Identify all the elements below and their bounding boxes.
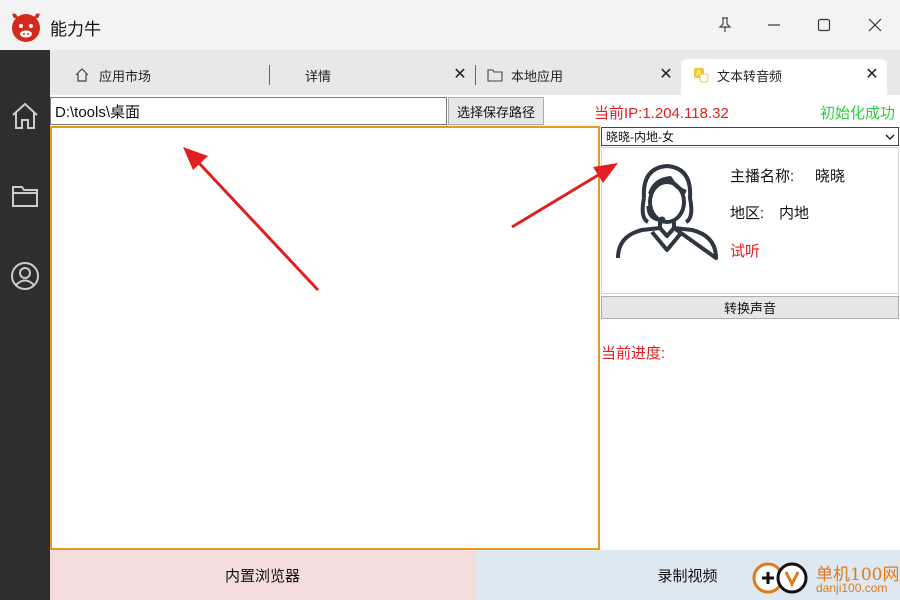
builtin-browser-button[interactable]: 内置浏览器	[50, 550, 475, 600]
chevron-down-icon	[882, 134, 898, 140]
bull-logo-icon	[12, 13, 40, 42]
tab-app-market[interactable]: 应用市场	[75, 58, 151, 92]
anchor-name-value: 晓晓	[815, 168, 846, 185]
tab-label: 本地应用	[511, 68, 564, 84]
progress-label: 当前进度:	[601, 345, 666, 362]
tab-separator	[475, 65, 476, 85]
text-input-area[interactable]	[50, 126, 600, 550]
current-ip-text: 当前IP:1.204.118.32	[594, 105, 729, 122]
choose-save-path-button[interactable]: 选择保存路径	[448, 97, 544, 125]
tab-separator	[269, 65, 270, 85]
sidebar	[0, 50, 50, 600]
title-bar: 能力牛	[0, 0, 900, 50]
folder-icon	[487, 67, 503, 83]
voice-select-value: 晓晓-内地-女	[606, 130, 674, 144]
init-status-text: 初始化成功	[820, 105, 896, 122]
anchor-name-label: 主播名称:	[730, 168, 795, 185]
tab-close-icon[interactable]: ✕	[862, 64, 882, 84]
text-to-audio-icon: A	[693, 67, 709, 83]
maximize-icon[interactable]	[811, 12, 837, 38]
tab-local-apps[interactable]: 本地应用	[487, 58, 563, 92]
tab-label: 文本转音频	[717, 68, 783, 84]
region-label: 地区:	[730, 205, 765, 222]
folder-icon[interactable]	[9, 180, 41, 212]
tab-details[interactable]: 详情	[305, 58, 331, 92]
save-path-input[interactable]	[50, 97, 447, 125]
close-icon[interactable]	[862, 12, 888, 38]
listen-link[interactable]: 试听	[730, 240, 760, 261]
tab-close-icon[interactable]: ✕	[656, 64, 676, 84]
tab-text-to-audio[interactable]: A 文本转音频	[693, 58, 782, 92]
convert-voice-button[interactable]: 转换声音	[601, 296, 899, 319]
pin-icon[interactable]	[712, 12, 738, 38]
home-icon	[75, 67, 91, 83]
voice-select[interactable]: 晓晓-内地-女	[601, 127, 899, 146]
minimize-icon[interactable]	[761, 12, 787, 38]
tab-label: 详情	[305, 68, 332, 84]
watermark-logo-icon	[752, 562, 808, 594]
tab-label: 应用市场	[99, 68, 152, 84]
home-icon[interactable]	[9, 100, 41, 132]
app-title: 能力牛	[50, 20, 101, 39]
user-icon[interactable]	[9, 260, 41, 292]
watermark-url: danji100.com	[816, 581, 888, 595]
female-anchor-avatar-icon	[616, 164, 718, 260]
region-value: 内地	[779, 205, 810, 222]
tab-close-icon[interactable]: ✕	[450, 64, 470, 84]
